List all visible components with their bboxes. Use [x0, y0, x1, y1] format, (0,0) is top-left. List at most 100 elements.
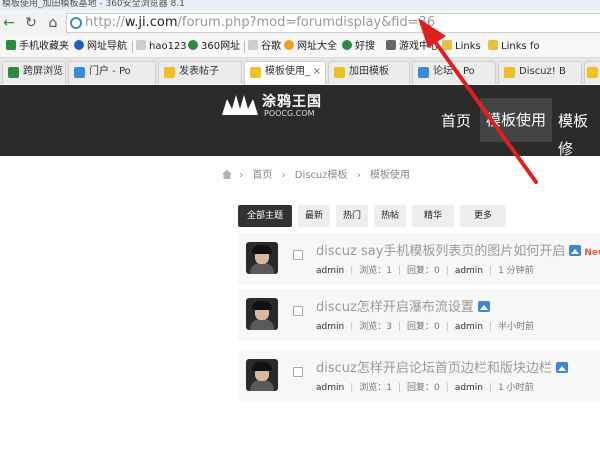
breadcrumb-item[interactable]: 模板使用: [370, 170, 410, 181]
thread-meta: admin | 浏览：1 | 回复：0 | admin | 1 小时前: [316, 383, 534, 393]
thread-author[interactable]: admin: [316, 322, 344, 332]
thread-replies: 回复：0: [407, 266, 440, 276]
logo-text: 涂鸦王国: [262, 94, 322, 110]
tab-active[interactable]: 模板使用_ ×: [244, 61, 326, 85]
menu-item-template-mod[interactable]: 模板修: [558, 107, 600, 158]
home-icon[interactable]: [222, 170, 232, 179]
image-icon: [555, 362, 568, 373]
bookmark-item[interactable]: 谷歌: [248, 39, 281, 55]
tab-favicon-icon: [504, 67, 515, 78]
page-icon: [248, 40, 258, 50]
tab-favicon-icon: [250, 67, 261, 78]
navigation-toolbar: ← ↻ ⌂ http://w.ji.com/forum.php?mod=foru…: [0, 10, 600, 36]
thread-last-user[interactable]: admin: [455, 322, 483, 332]
tab-favicon-icon: [587, 67, 598, 78]
breadcrumb: › 首页 › Discuz模板 › 模板使用: [222, 166, 416, 181]
tab[interactable]: [584, 61, 600, 84]
thread-author[interactable]: admin: [316, 383, 344, 393]
breadcrumb-item[interactable]: 首页: [252, 170, 272, 181]
folder-icon: [488, 40, 498, 50]
thread-author[interactable]: admin: [316, 266, 344, 276]
breadcrumb-item[interactable]: Discuz模板: [295, 170, 348, 181]
address-bar[interactable]: http://w.ji.com/forum.php?mod=forumdispl…: [66, 13, 600, 33]
window-title: 模板使用_加田模板基地 - 360安全浏览器 8.1: [0, 0, 600, 10]
avatar[interactable]: [246, 298, 278, 330]
phone-icon: [6, 40, 16, 50]
thread-views: 浏览：3: [359, 322, 392, 332]
360-icon: [188, 40, 198, 50]
thread-replies: 回复：0: [407, 322, 440, 332]
bookmark-item[interactable]: 网址导航: [74, 39, 127, 55]
bookmark-item[interactable]: Links: [442, 39, 481, 55]
site-header: 涂鸦王国 POOCG.COM 首页 模板使用 模板修: [0, 85, 600, 158]
filter-latest-button[interactable]: 最新: [298, 205, 330, 227]
bookmark-item[interactable]: hao123: [136, 39, 187, 55]
url-path: /forum.php?mod=forumdisplay&fid=36: [177, 15, 436, 30]
bookmark-item[interactable]: 游戏中心: [386, 39, 439, 55]
menu-item-template-use[interactable]: 模板使用: [480, 98, 553, 142]
thread-views: 浏览：1: [359, 383, 392, 393]
image-icon: [569, 245, 582, 256]
url-scheme: http://: [85, 15, 125, 30]
tab[interactable]: 论坛 - Po: [412, 61, 496, 84]
bookmark-item[interactable]: 网址大全: [284, 39, 337, 55]
star-icon: [284, 40, 294, 50]
thread-title[interactable]: discuz怎样开启论坛首页边栏和版块边栏: [316, 357, 568, 376]
thread-checkbox[interactable]: [293, 306, 303, 316]
thread-checkbox[interactable]: [293, 250, 303, 260]
bookmark-item[interactable]: 好搜: [342, 39, 375, 55]
crown-logo-icon: [222, 95, 258, 115]
navigation-icon: [74, 40, 84, 50]
thread-last-user[interactable]: admin: [455, 266, 483, 276]
thread-views: 浏览：1: [359, 266, 392, 276]
refresh-icon[interactable]: ↻: [22, 14, 40, 32]
thread-last-user[interactable]: admin: [455, 383, 483, 393]
thread-title[interactable]: discuz怎样开启瀑布流设置: [316, 296, 490, 315]
bookmarks-bar: 手机收藏夹 网址导航 hao123 360网址 谷歌 网址大全 好搜 游戏中心 …: [0, 36, 600, 58]
home-icon[interactable]: ⌂: [44, 14, 62, 32]
bookmark-separator: [132, 41, 133, 53]
back-icon[interactable]: ←: [0, 14, 18, 32]
thread-row[interactable]: discuz怎样开启瀑布流设置 admin | 浏览：3 | 回复：0 | admin | 半小…: [238, 289, 600, 341]
image-icon: [477, 301, 490, 312]
filter-all-button[interactable]: 全部主题: [238, 205, 292, 227]
new-badge: New: [584, 248, 600, 258]
filter-hot-posts-button[interactable]: 热帖: [374, 205, 406, 227]
site-logo[interactable]: 涂鸦王国 POOCG.COM: [222, 91, 342, 121]
filter-digest-button[interactable]: 精华: [412, 205, 454, 227]
thread-row[interactable]: discuz怎样开启论坛首页边栏和版块边栏 admin | 浏览：1 | 回复：0 | ad…: [238, 350, 600, 402]
globe-icon: [70, 17, 82, 29]
tab-strip: 跨屏浏览 门户 - Po 发表帖子 模板使用_ × 加田模板 论坛 - Po Di…: [0, 58, 600, 85]
thread-title[interactable]: discuz say手机模板列表页的图片如何开启New: [316, 240, 600, 259]
tab[interactable]: 发表帖子: [158, 61, 242, 84]
thread-row[interactable]: discuz say手机模板列表页的图片如何开启New admin|浏览：1|回…: [238, 233, 600, 285]
thread-replies: 回复：0: [407, 383, 440, 393]
close-icon[interactable]: ×: [313, 62, 321, 82]
search-icon: [342, 40, 352, 50]
filter-more-button[interactable]: 更多: [460, 205, 506, 227]
avatar[interactable]: [246, 359, 278, 391]
thread-meta: admin | 浏览：1 | 回复：0 | admin | 1 分钟前: [316, 266, 534, 276]
tab-favicon-icon: [74, 67, 85, 78]
folder-icon: [442, 40, 452, 50]
bookmark-item[interactable]: 360网址: [188, 39, 240, 55]
tab[interactable]: 门户 - Po: [68, 61, 156, 84]
tab-favicon-icon: [418, 67, 429, 78]
thread-meta: admin | 浏览：3 | 回复：0 | admin | 半小时前: [316, 322, 535, 332]
tab[interactable]: 跨屏浏览: [2, 61, 66, 84]
page-icon: [136, 40, 146, 50]
tab[interactable]: Discuz! B: [498, 61, 582, 84]
bookmark-item[interactable]: 手机收藏夹: [6, 39, 69, 55]
thread-time: 1 分钟前: [498, 266, 534, 276]
menu-item-home[interactable]: 首页: [441, 107, 471, 135]
bookmark-item[interactable]: Links fo: [488, 39, 540, 55]
gamepad-icon: [386, 40, 396, 50]
tab-favicon-icon: [164, 67, 175, 78]
avatar[interactable]: [246, 242, 278, 274]
filter-hot-button[interactable]: 热门: [336, 205, 368, 227]
tab[interactable]: 加田模板: [328, 61, 410, 84]
bookmark-separator: [244, 41, 245, 53]
thread-checkbox[interactable]: [293, 367, 303, 377]
thread-time: 1 小时前: [498, 383, 534, 393]
tab-favicon-icon: [334, 67, 345, 78]
